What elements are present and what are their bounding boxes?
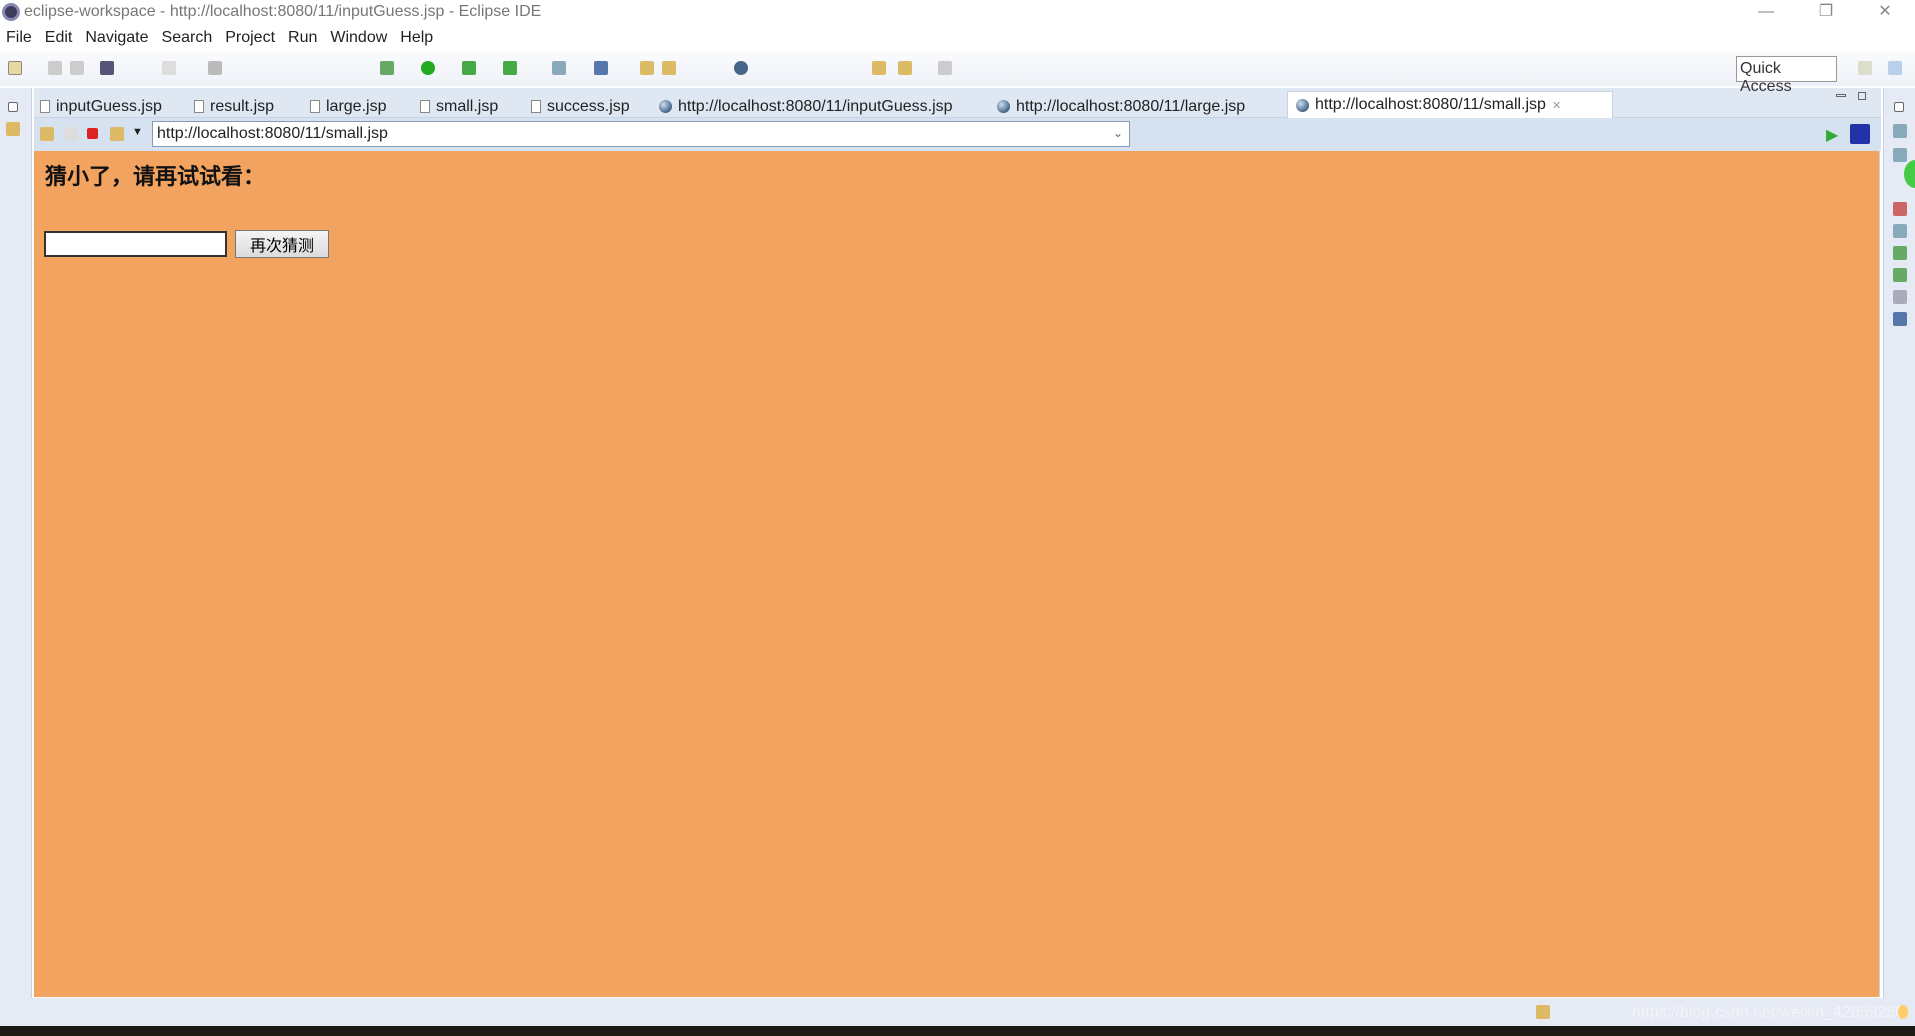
terminate-icon[interactable] — [208, 61, 222, 75]
file-icon — [310, 100, 320, 113]
new-class-icon[interactable] — [594, 61, 608, 75]
new-server-icon[interactable] — [552, 61, 566, 75]
go-icon[interactable]: ▶ — [1826, 125, 1838, 145]
quick-access-input[interactable]: Quick Access — [1736, 56, 1837, 95]
status-bar: https://blog.csdn.net/weixin_42859280 — [0, 998, 1915, 1026]
restore-icon[interactable] — [1894, 102, 1904, 112]
menu-edit[interactable]: Edit — [39, 27, 79, 47]
menu-run[interactable]: Run — [282, 27, 323, 47]
menu-navigate[interactable]: Navigate — [79, 27, 154, 47]
globe-icon — [997, 100, 1010, 113]
tab-label: large.jsp — [326, 97, 387, 115]
minimize-icon[interactable] — [1836, 94, 1846, 97]
forward-icon[interactable] — [64, 127, 78, 141]
tab-success-jsp[interactable]: success.jsp — [531, 91, 630, 118]
left-trim-stack — [0, 88, 32, 998]
java-ee-perspective-icon[interactable] — [1888, 61, 1902, 75]
properties-icon[interactable] — [1893, 224, 1907, 238]
data-source-icon[interactable] — [1893, 268, 1907, 282]
toolbar: Quick Access — [0, 52, 1915, 95]
forward-icon[interactable] — [938, 61, 952, 75]
tab-label: success.jsp — [547, 97, 630, 115]
title-bar: eclipse-workspace - http://localhost:808… — [0, 0, 1915, 27]
menu-search[interactable]: Search — [156, 27, 219, 47]
chevron-down-icon[interactable]: ▼ — [132, 126, 143, 138]
servers-icon[interactable] — [1893, 246, 1907, 260]
watermark: https://blog.csdn.net/weixin_42859280 — [1632, 1004, 1905, 1021]
menu-file[interactable]: File — [0, 27, 38, 47]
tab-label: result.jsp — [210, 97, 275, 115]
tab-label: http://localhost:8080/11/small.jsp — [1315, 96, 1546, 113]
badge-icon — [1904, 160, 1915, 188]
web-browser-icon[interactable] — [734, 61, 748, 75]
page-headline: 猜小了，请再试试看： — [45, 164, 266, 190]
guess-input[interactable] — [44, 231, 227, 257]
open-folder-icon[interactable] — [662, 61, 676, 75]
tab-label: http://localhost:8080/11/large.jsp — [1016, 97, 1246, 115]
close-button[interactable]: ✕ — [1862, 0, 1908, 27]
window-title: eclipse-workspace - http://localhost:808… — [24, 3, 542, 20]
run-icon[interactable] — [421, 61, 435, 75]
maximize-icon[interactable] — [1858, 92, 1866, 100]
open-perspective-icon[interactable] — [1858, 61, 1872, 75]
debug-icon[interactable] — [380, 61, 394, 75]
menu-help[interactable]: Help — [394, 27, 439, 47]
back-icon[interactable] — [40, 127, 54, 141]
coverage-icon[interactable] — [462, 61, 476, 75]
file-icon — [40, 100, 50, 113]
eclipse-icon — [2, 3, 20, 21]
save-icon[interactable] — [48, 61, 62, 75]
menu-window[interactable]: Window — [324, 27, 393, 47]
last-edit-icon[interactable] — [872, 61, 886, 75]
url-input[interactable]: http://localhost:8080/11/small.jsp ⌄ — [152, 121, 1130, 147]
tab-browser-inputguess[interactable]: http://localhost:8080/11/inputGuess.jsp — [659, 91, 953, 118]
menu-bar: File Edit Navigate Search Project Run Window He… — [0, 27, 1915, 52]
console-view-icon[interactable] — [1893, 312, 1907, 326]
tab-result-jsp[interactable]: result.jsp — [194, 91, 274, 118]
restore-button[interactable]: ❐ — [1803, 0, 1849, 27]
save-all-icon[interactable] — [70, 61, 84, 75]
tab-small-jsp[interactable]: small.jsp — [420, 91, 498, 118]
external-tools-icon[interactable] — [503, 61, 517, 75]
project-explorer-icon[interactable] — [6, 122, 20, 136]
globe-icon — [659, 100, 672, 113]
editor-tabs: inputGuess.jsp result.jsp large.jsp smal… — [34, 88, 1881, 118]
browser-toolbar: ▼ http://localhost:8080/11/small.jsp ⌄ ▶ — [34, 118, 1881, 151]
tab-inputguess-jsp[interactable]: inputGuess.jsp — [40, 91, 162, 118]
new-icon[interactable] — [8, 61, 22, 75]
tab-label: small.jsp — [436, 97, 499, 115]
tab-browser-large[interactable]: http://localhost:8080/11/large.jsp — [997, 91, 1245, 118]
outline-icon[interactable] — [1893, 124, 1907, 138]
lightbulb-icon — [1898, 1005, 1908, 1019]
stop-icon[interactable] — [87, 128, 98, 139]
tab-browser-small[interactable]: http://localhost:8080/11/small.jsp ✕ — [1287, 91, 1613, 118]
tab-label: http://localhost:8080/11/inputGuess.jsp — [678, 97, 953, 115]
open-type-icon[interactable] — [640, 61, 654, 75]
minimize-button[interactable]: — — [1743, 0, 1789, 27]
console-icon[interactable] — [100, 61, 114, 75]
file-icon — [194, 100, 204, 113]
globe-icon — [1296, 98, 1309, 112]
task-list-icon[interactable] — [1893, 148, 1907, 162]
refresh-icon[interactable] — [110, 127, 124, 141]
tab-large-jsp[interactable]: large.jsp — [310, 91, 386, 118]
snippets-icon[interactable] — [1893, 290, 1907, 304]
url-text: http://localhost:8080/11/small.jsp — [157, 125, 388, 142]
guess-again-button[interactable]: 再次猜测 — [235, 230, 329, 258]
browser-content: 猜小了，请再试试看： 再次猜测 — [34, 151, 1880, 997]
menu-project[interactable]: Project — [219, 27, 281, 47]
file-icon — [531, 100, 541, 113]
open-external-icon[interactable] — [1850, 124, 1870, 144]
back-icon[interactable] — [898, 61, 912, 75]
right-trim-stack — [1883, 88, 1915, 998]
url-dropdown-icon[interactable]: ⌄ — [1113, 126, 1123, 140]
taskbar-strip — [0, 1026, 1915, 1036]
server-status-icon[interactable] — [1536, 1005, 1550, 1019]
tab-label: inputGuess.jsp — [56, 97, 162, 115]
tab-close-icon[interactable]: ✕ — [1552, 99, 1561, 112]
restore-icon[interactable] — [8, 102, 18, 112]
file-icon — [420, 100, 430, 113]
markers-icon[interactable] — [1893, 202, 1907, 216]
resume-icon[interactable] — [162, 61, 176, 75]
